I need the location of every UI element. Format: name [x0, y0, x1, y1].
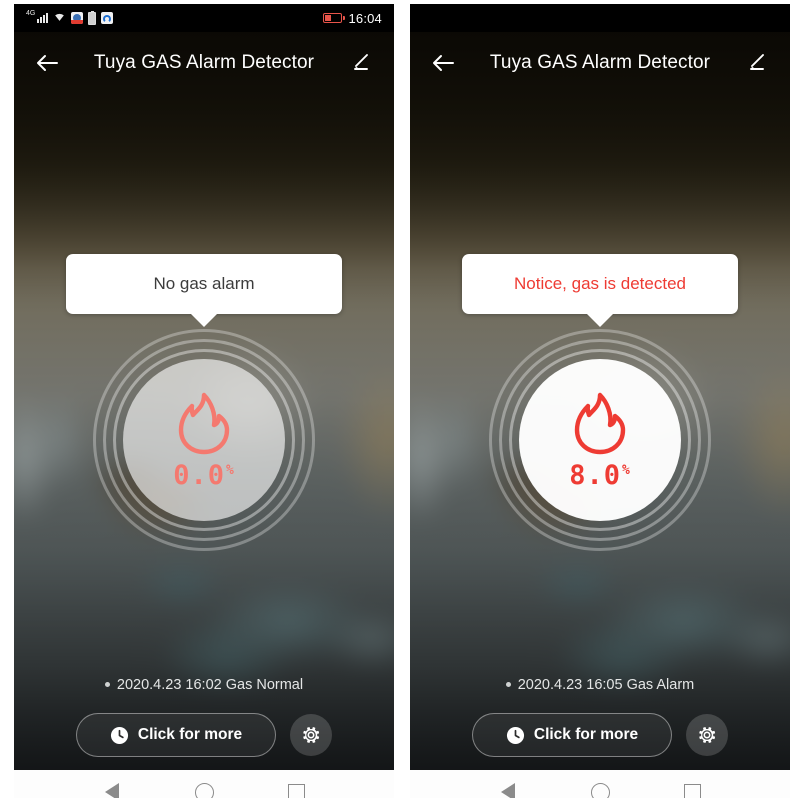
status-text: 2020.4.23 16:05 Gas Alarm — [517, 677, 695, 693]
edit-button[interactable] — [344, 46, 378, 80]
nav-recents-button[interactable] — [279, 775, 313, 798]
back-arrow-icon — [37, 55, 58, 71]
settings-button[interactable] — [290, 714, 332, 756]
phone-panel-normal: 4G 16:04 Tuya GAS Alarm Detector No gas … — [14, 4, 394, 798]
clock-time: 16:04 — [348, 10, 382, 26]
status-bar-left-icons: 4G — [26, 9, 323, 27]
nav-back-button[interactable] — [95, 775, 129, 798]
flame-icon — [574, 392, 626, 454]
clock-icon — [506, 726, 524, 744]
gear-icon — [303, 727, 320, 743]
action-row: Click for more — [410, 713, 790, 757]
screenshot-stage: 4G 16:04 Tuya GAS Alarm Detector No gas … — [0, 0, 800, 800]
app-screen: Tuya GAS Alarm Detector Notice, gas is d… — [410, 32, 790, 770]
app-screen: Tuya GAS Alarm Detector No gas alarm 0.0… — [14, 32, 394, 770]
nav-back-button[interactable] — [491, 775, 525, 798]
gauge-disc: 0.0% — [123, 359, 285, 521]
click-for-more-label: Click for more — [533, 726, 639, 743]
click-for-more-button[interactable]: Click for more — [472, 713, 672, 757]
click-for-more-label: Click for more — [137, 726, 243, 743]
gear-icon — [699, 727, 716, 743]
nav-back-icon — [105, 783, 119, 798]
network-type-label: 4G — [26, 10, 36, 17]
back-button[interactable] — [426, 46, 460, 80]
callout-text: No gas alarm — [153, 274, 255, 293]
page-title: Tuya GAS Alarm Detector — [489, 52, 711, 73]
gas-value-number: 0.0 — [173, 459, 225, 491]
battery-small-icon — [88, 10, 97, 25]
nav-recents-icon — [683, 783, 701, 798]
signal-bars-icon: 4G — [26, 10, 49, 23]
app-bar: Tuya GAS Alarm Detector — [14, 32, 394, 94]
status-bar — [410, 4, 790, 32]
gas-value-number: 8.0 — [569, 459, 621, 491]
status-callout: No gas alarm — [66, 254, 342, 314]
gas-gauge[interactable]: 8.0% — [489, 329, 711, 551]
gas-gauge[interactable]: 0.0% — [93, 329, 315, 551]
gas-value: 8.0% — [569, 462, 631, 489]
gauge-disc: 8.0% — [519, 359, 681, 521]
click-for-more-button[interactable]: Click for more — [76, 713, 276, 757]
gas-value-unit: % — [225, 462, 235, 478]
gas-value: 0.0% — [173, 462, 235, 489]
status-text: 2020.4.23 16:02 Gas Normal — [116, 677, 304, 693]
flame-icon — [178, 392, 230, 454]
status-bar-right: 16:04 — [323, 11, 382, 26]
last-event-status: 2020.4.23 16:02 Gas Normal — [14, 677, 394, 693]
action-row: Click for more — [14, 713, 394, 757]
back-button[interactable] — [30, 46, 64, 80]
app-blue-icon — [101, 12, 114, 24]
edit-button[interactable] — [740, 46, 774, 80]
status-bar: 4G 16:04 — [14, 4, 394, 32]
settings-button[interactable] — [686, 714, 728, 756]
wifi-icon — [53, 9, 66, 27]
page-title: Tuya GAS Alarm Detector — [93, 52, 315, 73]
back-arrow-icon — [433, 55, 454, 71]
status-dot-icon — [505, 681, 511, 687]
pencil-edit-icon — [354, 54, 368, 70]
clock-icon — [110, 726, 128, 744]
nav-recents-icon — [287, 783, 305, 798]
nav-recents-button[interactable] — [675, 775, 709, 798]
battery-low-icon — [323, 13, 345, 23]
nav-home-button[interactable] — [187, 775, 221, 798]
nav-home-button[interactable] — [583, 775, 617, 798]
phone-panel-alarm: Tuya GAS Alarm Detector Notice, gas is d… — [410, 4, 790, 798]
app-bar: Tuya GAS Alarm Detector — [410, 32, 790, 94]
last-event-status: 2020.4.23 16:05 Gas Alarm — [410, 677, 790, 693]
nav-home-icon — [194, 782, 214, 798]
status-dot-icon — [104, 681, 110, 687]
nav-home-icon — [590, 782, 610, 798]
gas-value-unit: % — [621, 462, 631, 478]
pencil-edit-icon — [750, 54, 764, 70]
app-badge-icon — [71, 12, 84, 24]
android-nav-bar — [14, 770, 394, 798]
android-nav-bar — [410, 770, 790, 798]
nav-back-icon — [501, 783, 515, 798]
status-callout: Notice, gas is detected — [462, 254, 738, 314]
callout-text: Notice, gas is detected — [514, 274, 686, 293]
